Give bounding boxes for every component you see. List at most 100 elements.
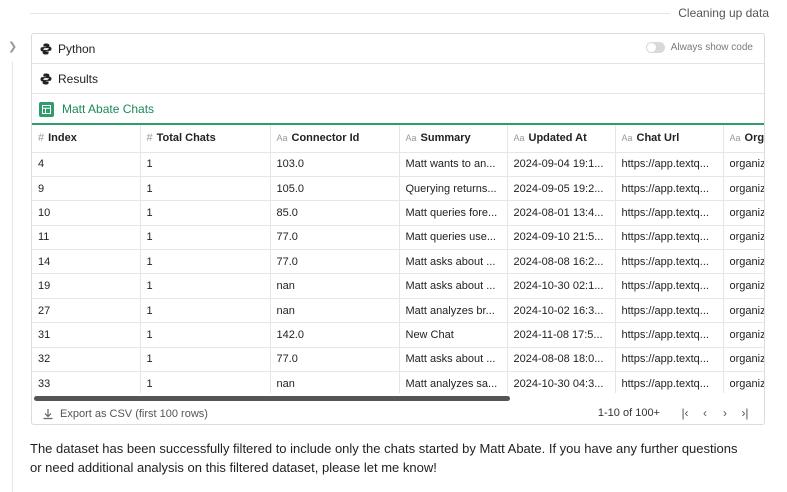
- table-cell[interactable]: 19: [32, 273, 141, 299]
- table-cell[interactable]: 1: [140, 200, 271, 226]
- data-grid[interactable]: # Index # Total Chats Aa Connector Id Aa Sum…: [32, 123, 764, 393]
- column-header[interactable]: Aa Summary: [399, 125, 508, 153]
- table-row[interactable]: 4 1 103.0 Matt wants to an... 2024-09-04 19:…: [32, 152, 764, 177]
- table-cell[interactable]: 32: [32, 347, 141, 373]
- table-row[interactable]: 31 1 142.0 New Chat 2024-11-08 17:5... https:…: [32, 322, 764, 348]
- table-cell[interactable]: 142.0: [270, 322, 400, 348]
- table-row[interactable]: 33 1 nan Matt analyzes sa... 2024-10-30 04:3…: [32, 371, 764, 393]
- column-header[interactable]: Aa Connector Id: [270, 125, 400, 153]
- table-cell[interactable]: 27: [32, 298, 141, 324]
- table-cell[interactable]: 2024-10-02 16:3...: [507, 298, 616, 324]
- table-row[interactable]: 14 1 77.0 Matt asks about ... 2024-08-08 16:…: [32, 249, 764, 275]
- table-cell[interactable]: Matt analyzes sa...: [399, 371, 508, 393]
- column-header[interactable]: # Total Chats: [140, 125, 271, 153]
- toggle-switch[interactable]: [645, 42, 665, 53]
- table-cell[interactable]: https://app.textq...: [615, 152, 724, 177]
- table-cell[interactable]: organiz: [723, 152, 764, 177]
- table-row[interactable]: 32 1 77.0 Matt asks about ... 2024-08-08 18:…: [32, 347, 764, 373]
- table-row[interactable]: 19 1 nan Matt asks about ... 2024-10-30 02:1…: [32, 273, 764, 299]
- table-cell[interactable]: 31: [32, 322, 141, 348]
- table-cell[interactable]: organiz: [723, 322, 764, 348]
- results-section-header[interactable]: Results: [32, 64, 764, 94]
- table-cell[interactable]: 14: [32, 249, 141, 275]
- table-cell[interactable]: 2024-10-30 02:1...: [507, 273, 616, 299]
- previous-page-icon[interactable]: ‹: [698, 406, 712, 420]
- table-cell[interactable]: https://app.textq...: [615, 347, 724, 373]
- table-cell[interactable]: Querying returns...: [399, 176, 508, 202]
- column-header[interactable]: # Index: [32, 125, 141, 153]
- table-cell[interactable]: 77.0: [270, 249, 400, 275]
- table-cell[interactable]: Matt analyzes br...: [399, 298, 508, 324]
- export-csv-button[interactable]: Export as CSV (first 100 rows): [42, 408, 208, 420]
- table-cell[interactable]: nan: [270, 273, 400, 299]
- table-row[interactable]: 27 1 nan Matt analyzes br... 2024-10-02 16:3…: [32, 298, 764, 324]
- table-cell[interactable]: https://app.textq...: [615, 249, 724, 275]
- last-page-icon[interactable]: ›|: [738, 406, 752, 420]
- table-cell[interactable]: https://app.textq...: [615, 200, 724, 226]
- table-cell[interactable]: 103.0: [270, 152, 400, 177]
- table-cell[interactable]: https://app.textq...: [615, 176, 724, 202]
- table-cell[interactable]: organiz: [723, 371, 764, 393]
- table-cell[interactable]: 1: [140, 225, 271, 251]
- table-cell[interactable]: 11: [32, 225, 141, 251]
- column-header[interactable]: Aa Org: [723, 125, 764, 153]
- table-cell[interactable]: https://app.textq...: [615, 273, 724, 299]
- table-cell[interactable]: Matt queries use...: [399, 225, 508, 251]
- table-row[interactable]: 9 1 105.0 Querying returns... 2024-09-05 19:…: [32, 176, 764, 202]
- always-show-code-toggle[interactable]: Always show code: [645, 42, 753, 53]
- table-cell[interactable]: Matt asks about ...: [399, 347, 508, 373]
- table-cell[interactable]: organiz: [723, 176, 764, 202]
- table-cell[interactable]: Matt asks about ...: [399, 249, 508, 275]
- text-type-icon: Aa: [513, 133, 525, 144]
- chevron-right-icon[interactable]: ❯: [8, 40, 17, 53]
- table-cell[interactable]: https://app.textq...: [615, 322, 724, 348]
- horizontal-scrollbar[interactable]: [34, 396, 510, 401]
- table-cell[interactable]: 2024-08-01 13:4...: [507, 200, 616, 226]
- column-header[interactable]: Aa Updated At: [507, 125, 616, 153]
- table-cell[interactable]: Matt wants to an...: [399, 152, 508, 177]
- table-cell[interactable]: 10: [32, 200, 141, 226]
- table-cell[interactable]: 77.0: [270, 347, 400, 373]
- table-cell[interactable]: nan: [270, 371, 400, 393]
- table-cell[interactable]: 2024-09-10 21:5...: [507, 225, 616, 251]
- next-page-icon[interactable]: ›: [718, 406, 732, 420]
- column-header[interactable]: Aa Chat Url: [615, 125, 724, 153]
- table-cell[interactable]: 2024-08-08 16:2...: [507, 249, 616, 275]
- table-cell[interactable]: 2024-11-08 17:5...: [507, 322, 616, 348]
- table-cell[interactable]: 1: [140, 347, 271, 373]
- table-cell[interactable]: 33: [32, 371, 141, 393]
- table-cell[interactable]: 2024-10-30 04:3...: [507, 371, 616, 393]
- table-row[interactable]: 10 1 85.0 Matt queries fore... 2024-08-01 13…: [32, 200, 764, 226]
- table-cell[interactable]: 105.0: [270, 176, 400, 202]
- table-cell[interactable]: 1: [140, 322, 271, 348]
- table-cell[interactable]: 4: [32, 152, 141, 177]
- table-cell[interactable]: 1: [140, 298, 271, 324]
- table-cell[interactable]: 1: [140, 152, 271, 177]
- table-cell[interactable]: Matt queries fore...: [399, 200, 508, 226]
- table-cell[interactable]: https://app.textq...: [615, 371, 724, 393]
- table-cell[interactable]: https://app.textq...: [615, 225, 724, 251]
- table-cell[interactable]: 2024-09-04 19:1...: [507, 152, 616, 177]
- table-row[interactable]: 11 1 77.0 Matt queries use... 2024-09-10 21:…: [32, 225, 764, 251]
- table-cell[interactable]: organiz: [723, 273, 764, 299]
- first-page-icon[interactable]: |‹: [678, 406, 692, 420]
- table-cell[interactable]: organiz: [723, 225, 764, 251]
- table-cell[interactable]: 1: [140, 273, 271, 299]
- table-cell[interactable]: 1: [140, 249, 271, 275]
- table-cell[interactable]: 85.0: [270, 200, 400, 226]
- table-cell[interactable]: nan: [270, 298, 400, 324]
- table-cell[interactable]: organiz: [723, 249, 764, 275]
- table-cell[interactable]: organiz: [723, 298, 764, 324]
- table-cell[interactable]: 1: [140, 176, 271, 202]
- table-cell[interactable]: 2024-08-08 18:0...: [507, 347, 616, 373]
- table-cell[interactable]: organiz: [723, 347, 764, 373]
- table-cell[interactable]: https://app.textq...: [615, 298, 724, 324]
- table-cell[interactable]: 9: [32, 176, 141, 202]
- table-cell[interactable]: 77.0: [270, 225, 400, 251]
- table-cell[interactable]: 2024-09-05 19:2...: [507, 176, 616, 202]
- table-cell[interactable]: New Chat: [399, 322, 508, 348]
- python-section-header[interactable]: Python Always show code: [32, 34, 764, 64]
- table-cell[interactable]: Matt asks about ...: [399, 273, 508, 299]
- table-cell[interactable]: 1: [140, 371, 271, 393]
- table-cell[interactable]: organiz: [723, 200, 764, 226]
